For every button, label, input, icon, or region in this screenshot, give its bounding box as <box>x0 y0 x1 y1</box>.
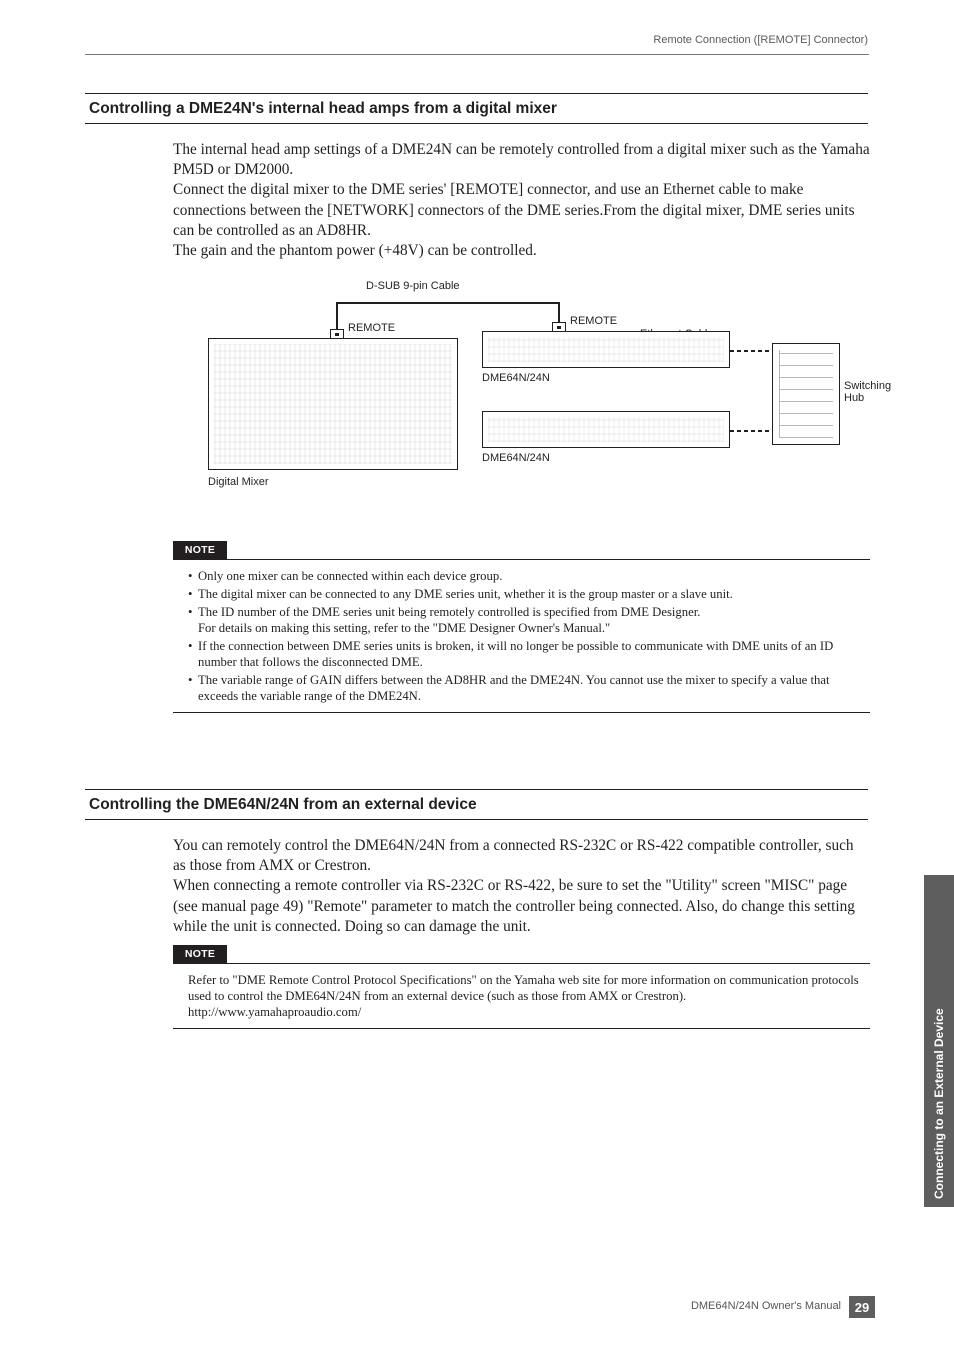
remote-label-right: REMOTE <box>570 315 617 327</box>
header-breadcrumb: Remote Connection ([REMOTE] Connector) <box>653 34 868 46</box>
diagram: D-SUB 9-pin Cable REMOTE REMOTE Ethernet… <box>208 280 868 508</box>
section1-body: The internal head amp settings of a DME2… <box>173 140 870 261</box>
digital-mixer-device <box>208 338 458 470</box>
dsub-cable-label: D-SUB 9-pin Cable <box>366 280 460 292</box>
section1-heading: Controlling a DME24N's internal head amp… <box>85 93 868 124</box>
header-rule <box>85 54 869 55</box>
note1-item-3: If the connection between DME series uni… <box>188 638 870 670</box>
label-digital-mixer: Digital Mixer <box>208 476 269 488</box>
note1-item-4: The variable range of GAIN differs betwe… <box>188 672 870 704</box>
switching-hub-device <box>772 343 840 445</box>
eth-2 <box>730 430 772 432</box>
note1-pill: NOTE <box>173 541 227 559</box>
page-number-badge: 29 <box>849 1296 875 1318</box>
note1-list: Only one mixer can be connected within e… <box>188 568 870 706</box>
note2-text: Refer to "DME Remote Control Protocol Sp… <box>188 972 870 1020</box>
note2-rule-bottom <box>173 1028 870 1029</box>
label-dme2: DME64N/24N <box>482 452 550 464</box>
dme-device-2 <box>482 411 730 448</box>
side-tab-label: Connecting to an External Device <box>930 883 948 1199</box>
eth-1 <box>730 350 772 352</box>
section2-body: You can remotely control the DME64N/24N … <box>173 836 870 937</box>
label-dme1: DME64N/24N <box>482 372 550 384</box>
footer-manual: DME64N/24N Owner's Manual <box>691 1300 841 1312</box>
note1-item-0: Only one mixer can be connected within e… <box>188 568 870 584</box>
note1-item-2: The ID number of the DME series unit bei… <box>188 604 870 636</box>
note1-rule <box>173 559 870 560</box>
note1-item-1: The digital mixer can be connected to an… <box>188 586 870 602</box>
remote-label-left: REMOTE <box>348 322 395 334</box>
dsubcable-top <box>338 302 560 304</box>
note1-rule-bottom <box>173 712 870 713</box>
note2-pill: NOTE <box>173 945 227 963</box>
dme-device-1 <box>482 331 730 368</box>
note2-rule <box>173 963 870 964</box>
switching-hub-label: Switching Hub <box>844 380 891 404</box>
section2-heading: Controlling the DME64N/24N from an exter… <box>85 789 868 820</box>
